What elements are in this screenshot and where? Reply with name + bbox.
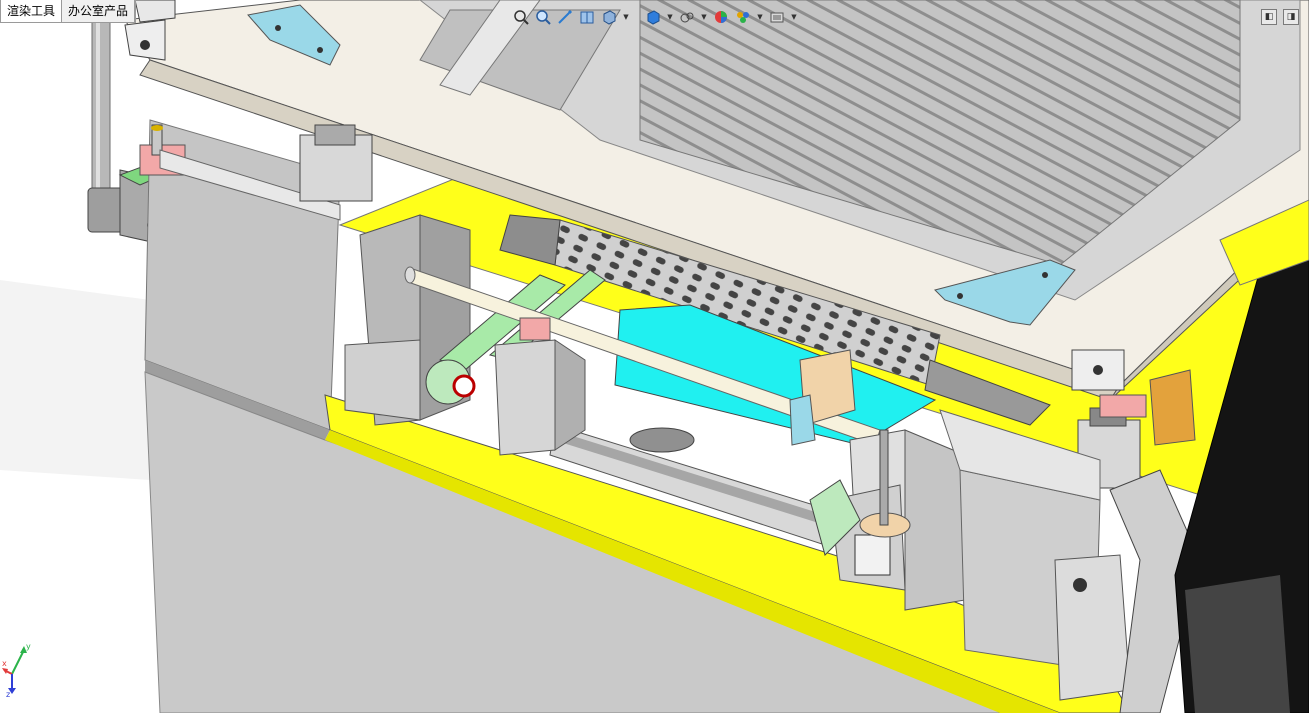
view-orientation-icon[interactable]: [600, 8, 618, 26]
apply-scene-icon[interactable]: [734, 8, 752, 26]
zoom-to-area-icon[interactable]: [534, 8, 552, 26]
triad-z-label: z: [6, 690, 10, 698]
zoom-to-fit-icon[interactable]: [512, 8, 530, 26]
chevron-down-icon[interactable]: ▼: [666, 13, 674, 21]
hide-show-items-icon[interactable]: [678, 8, 696, 26]
chevron-down-icon[interactable]: ▼: [700, 13, 708, 21]
vertical-rod: [91, 19, 111, 201]
tab-render-tools[interactable]: 渲染工具: [1, 0, 63, 22]
model-viewport[interactable]: [0, 0, 1309, 714]
restore-viewport-icon[interactable]: ◧: [1261, 9, 1277, 25]
section-view-icon[interactable]: [578, 8, 596, 26]
chevron-down-icon[interactable]: ▼: [790, 13, 798, 21]
triad-x-label: x: [2, 659, 7, 668]
heads-up-view-toolbar: ▼ ▼ ▼ ▼ ▼: [512, 4, 798, 30]
display-style-icon[interactable]: [644, 8, 662, 26]
chevron-down-icon[interactable]: ▼: [622, 13, 630, 21]
tab-office-products[interactable]: 办公室产品: [62, 0, 136, 22]
command-manager-tabs: 渲染工具 办公室产品: [0, 0, 137, 23]
previous-view-icon[interactable]: [556, 8, 574, 26]
maximize-viewport-icon[interactable]: ◨: [1283, 9, 1299, 25]
triad-y-label: y: [26, 642, 31, 651]
reference-triad: y x z: [2, 640, 36, 699]
cad-model-render[interactable]: [0, 0, 1309, 714]
view-settings-icon[interactable]: [768, 8, 786, 26]
edit-appearance-icon[interactable]: [712, 8, 730, 26]
chevron-down-icon[interactable]: ▼: [756, 13, 764, 21]
viewport-corner-controls: ◧ ◨: [1261, 9, 1299, 25]
